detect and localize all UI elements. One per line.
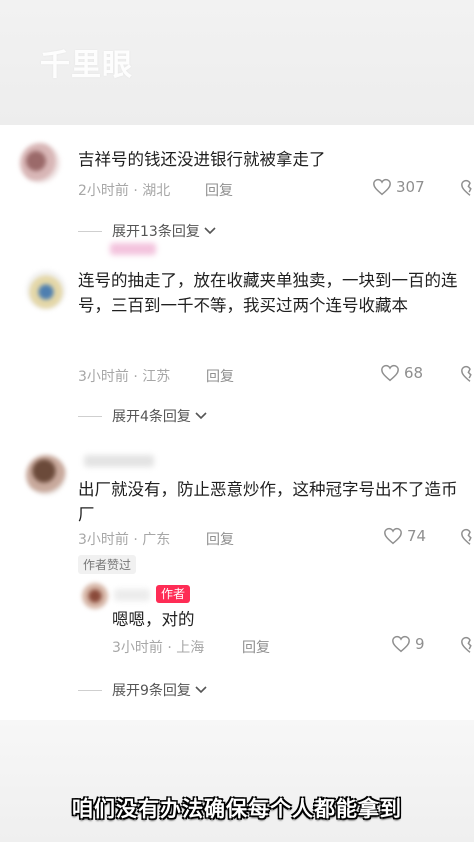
comment-sheet[interactable]: 吉祥号的钱还没进银行就被拿走了 2小时前 · 湖北 回复 307 展开13条回复… bbox=[0, 125, 474, 720]
expand-replies-label: 展开4条回复 bbox=[112, 409, 191, 425]
reply-button[interactable]: 回复 bbox=[206, 366, 234, 386]
broken-heart-icon bbox=[461, 179, 472, 196]
expand-replies-label: 展开9条回复 bbox=[112, 683, 191, 699]
like-button[interactable]: 68 bbox=[380, 364, 423, 382]
author-badge: 作者 bbox=[156, 585, 191, 603]
chevron-down-icon bbox=[204, 227, 216, 235]
expand-replies-label: 展开13条回复 bbox=[112, 224, 200, 240]
divider-line bbox=[78, 415, 102, 417]
expand-replies[interactable]: 展开9条回复 bbox=[78, 680, 207, 700]
avatar[interactable] bbox=[82, 583, 108, 609]
broken-heart-icon bbox=[461, 365, 472, 382]
reply-text[interactable]: 嗯嗯，对的 bbox=[112, 607, 442, 632]
comment-time-location: 3小时前 · 江苏 bbox=[78, 369, 171, 385]
avatar[interactable] bbox=[26, 270, 66, 310]
watermark-logo: 千里眼 bbox=[40, 48, 133, 83]
comment-text[interactable]: 连号的抽走了，放在收藏夹单独卖，一块到一百的连号，三百到一千不等，我买过两个连号… bbox=[78, 268, 463, 318]
avatar[interactable] bbox=[20, 143, 60, 183]
like-button[interactable]: 74 bbox=[383, 527, 426, 545]
heart-outline-icon bbox=[392, 635, 410, 653]
comment-time-location: 2小时前 · 湖北 bbox=[78, 183, 171, 199]
reply-button[interactable]: 回复 bbox=[242, 637, 270, 657]
broken-heart-icon bbox=[461, 528, 472, 545]
comment-time-location: 3小时前 · 广东 bbox=[78, 532, 171, 548]
author-liked-tag: 作者赞过 bbox=[78, 555, 137, 574]
username[interactable] bbox=[114, 589, 150, 601]
like-count: 307 bbox=[396, 178, 425, 196]
heart-outline-icon bbox=[373, 178, 391, 196]
broken-heart-icon bbox=[461, 636, 472, 653]
like-count: 74 bbox=[407, 527, 427, 545]
chevron-down-icon bbox=[195, 686, 207, 694]
video-subtitle: 咱们没有办法确保每个人都能拿到 bbox=[72, 797, 402, 821]
expand-replies[interactable]: 展开13条回复 bbox=[78, 221, 216, 241]
heart-outline-icon bbox=[381, 364, 399, 382]
reply-button[interactable]: 回复 bbox=[205, 180, 233, 200]
like-button[interactable]: 307 bbox=[372, 178, 425, 196]
reply-button[interactable]: 回复 bbox=[206, 529, 234, 549]
dislike-button[interactable] bbox=[458, 636, 474, 654]
divider-line bbox=[78, 689, 102, 691]
comment-text[interactable]: 吉祥号的钱还没进银行就被拿走了 bbox=[78, 147, 463, 172]
dislike-button[interactable] bbox=[458, 179, 474, 197]
username[interactable] bbox=[110, 243, 156, 255]
avatar[interactable] bbox=[26, 455, 66, 495]
like-count: 9 bbox=[415, 635, 425, 653]
reply-time-location: 3小时前 · 上海 bbox=[112, 640, 205, 656]
video-background-bottom bbox=[0, 720, 474, 842]
comment-text[interactable]: 出厂就没有，防止恶意炒作，这种冠字号出不了造币厂 bbox=[78, 477, 463, 527]
like-button[interactable]: 9 bbox=[391, 635, 425, 653]
expand-replies[interactable]: 展开4条回复 bbox=[78, 406, 207, 426]
dislike-button[interactable] bbox=[458, 365, 474, 383]
username[interactable] bbox=[84, 455, 154, 467]
heart-outline-icon bbox=[384, 527, 402, 545]
chevron-down-icon bbox=[195, 412, 207, 420]
like-count: 68 bbox=[404, 364, 424, 382]
dislike-button[interactable] bbox=[458, 528, 474, 546]
divider-line bbox=[78, 230, 102, 232]
